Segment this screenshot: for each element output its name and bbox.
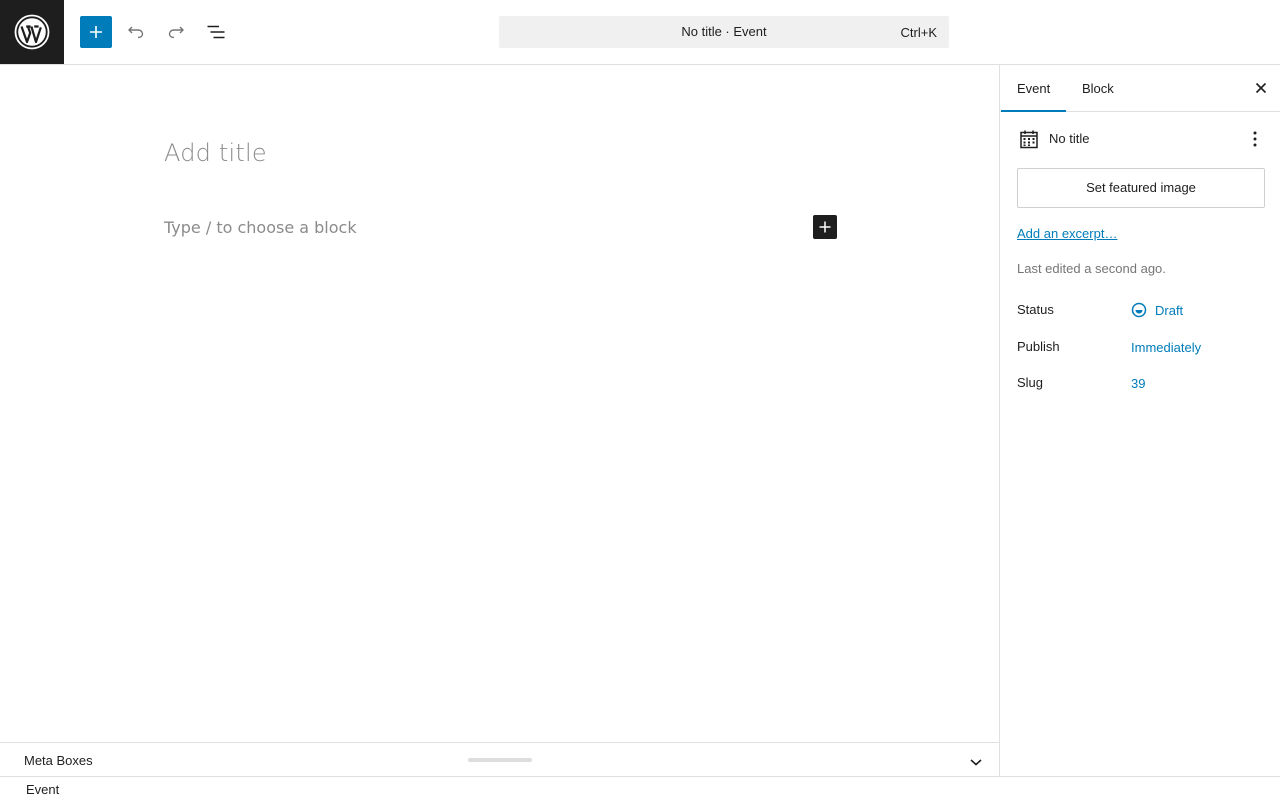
- post-actions-button[interactable]: [1243, 127, 1267, 151]
- meta-boxes-label: Meta Boxes: [24, 753, 93, 768]
- add-excerpt-link[interactable]: Add an excerpt…: [1017, 226, 1117, 241]
- undo-button[interactable]: [120, 16, 152, 48]
- wordpress-logo-icon: [14, 14, 50, 50]
- tab-event[interactable]: Event: [1001, 65, 1066, 112]
- document-title: No title · Event: [681, 24, 767, 39]
- sidebar-tabs: Event Block: [1000, 65, 1280, 112]
- settings-sidebar: Event Block No title Set featured image …: [999, 65, 1280, 776]
- breadcrumb-event[interactable]: Event: [26, 782, 59, 797]
- slug-label: Slug: [1017, 375, 1044, 390]
- publish-date-toggle[interactable]: Immediately: [1131, 340, 1201, 355]
- draft-status-icon: [1131, 302, 1147, 318]
- chevron-down-icon: [970, 759, 982, 766]
- redo-icon: [168, 26, 184, 39]
- wordpress-logo-button[interactable]: [0, 0, 64, 64]
- post-title-input[interactable]: Add title: [164, 139, 267, 167]
- list-view-button[interactable]: [200, 16, 232, 48]
- meta-boxes-panel: Meta Boxes: [0, 742, 999, 776]
- last-edited-text: Last edited a second ago.: [1017, 261, 1166, 276]
- meta-boxes-resize-handle[interactable]: [468, 758, 532, 762]
- editor-footer: Event: [0, 776, 1280, 800]
- post-card-panel: No title: [1017, 127, 1267, 151]
- default-block-appender[interactable]: Type / to choose a block: [164, 218, 357, 237]
- command-shortcut: Ctrl+K: [900, 25, 937, 40]
- close-icon: [1255, 82, 1267, 94]
- tab-block[interactable]: Block: [1066, 65, 1130, 112]
- undo-icon: [128, 26, 144, 39]
- status-toggle[interactable]: Draft: [1131, 302, 1183, 318]
- more-vertical-icon: [1253, 131, 1257, 147]
- redo-button[interactable]: [160, 16, 192, 48]
- set-featured-image-button[interactable]: Set featured image: [1017, 168, 1265, 208]
- publish-label: Publish: [1017, 339, 1060, 354]
- plus-icon: [819, 221, 831, 233]
- block-inserter-toggle[interactable]: [80, 16, 112, 48]
- post-card-title: No title: [1049, 131, 1090, 146]
- editor-canvas: Add title Type / to choose a block: [0, 65, 999, 742]
- plus-icon: [90, 26, 102, 38]
- status-label: Status: [1017, 302, 1054, 317]
- status-value: Draft: [1155, 302, 1184, 318]
- post-type-icon-wrap: [1017, 127, 1041, 151]
- close-settings-button[interactable]: [1249, 76, 1273, 100]
- command-palette-button[interactable]: No title · Event Ctrl+K: [499, 16, 949, 48]
- slug-toggle[interactable]: 39: [1131, 376, 1145, 391]
- editor-header: No title · Event Ctrl+K: [0, 0, 1280, 65]
- meta-boxes-toggle-button[interactable]: [964, 750, 988, 774]
- block-inserter-button[interactable]: [813, 215, 837, 239]
- calendar-icon: [1020, 130, 1038, 149]
- list-view-icon: [207, 25, 225, 39]
